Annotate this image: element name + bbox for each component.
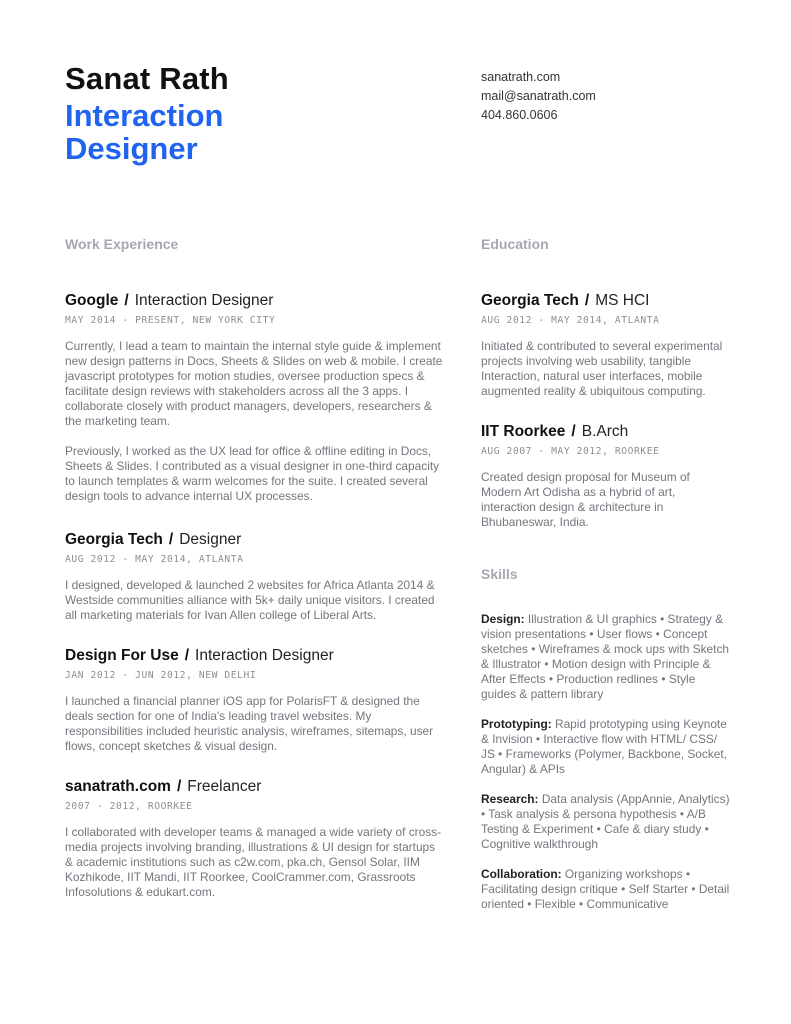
section-title-education: Education [481,236,549,252]
entry-meta: JAN 2012 - JUN 2012, NEW DELHI [65,670,257,681]
contact-info: sanatrath.com mail@sanatrath.com 404.860… [481,68,596,125]
phone-number: 404.860.0606 [481,108,558,122]
entry-position: Interaction Designer [134,292,274,309]
skill-label: Collaboration: [481,867,562,881]
skill-label: Design: [481,612,525,626]
entry-paragraph: I launched a financial planner iOS app f… [65,694,434,753]
entry-position: Designer [179,531,242,548]
entry-separator: / [176,778,182,795]
entry-org: IIT Roorkee [481,423,566,440]
skill-group-design: Design: Illustration & UI graphics • Str… [481,612,731,702]
work-entry-freelancer: sanatrath.com / Freelancer 2007 - 2012, RO… [65,777,445,900]
entry-title: IIT Roorkee / B.Arch [481,422,731,442]
entry-separator: / [571,423,576,440]
entry-org: Georgia Tech [65,531,163,548]
entry-org: Google [65,292,119,309]
entry-position: B.Arch [581,423,629,440]
entry-title: Georgia Tech / Designer [65,530,445,550]
entry-description: Initiated & contributed to several exper… [481,339,731,399]
entry-meta: AUG 2007 - MAY 2012, ROORKEE [481,446,660,457]
entry-paragraph: Previously, I worked as the UX lead for … [65,444,440,503]
entry-separator: / [124,292,129,309]
entry-meta: MAY 2014 - PRESENT, NEW YORK CITY [65,315,276,326]
entry-title: Design For Use / Interaction Designer [65,646,445,666]
website-link[interactable]: sanatrath.com [481,68,596,87]
work-entry-georgia-tech: Georgia Tech / Designer AUG 2012 - MAY 201… [65,530,445,623]
entry-position: MS HCI [595,292,650,309]
entry-paragraph: I collaborated with developer teams & ma… [65,825,442,899]
applicant-name: Sanat Rath [65,61,229,96]
education-entry-iit-roorkee: IIT Roorkee / B.Arch AUG 2007 - MAY 2012, … [481,422,731,530]
entry-meta: 2007 - 2012, ROORKEE [65,801,193,812]
entry-separator: / [584,292,590,309]
email-link[interactable]: mail@sanatrath.com [481,87,596,106]
entry-separator: / [184,647,190,664]
entry-org: sanatrath.com [65,778,171,795]
section-title-work: Work Experience [65,236,179,252]
entry-description: Currently, I lead a team to maintain the… [65,339,445,504]
entry-separator: / [168,531,174,548]
entry-meta: AUG 2012 - MAY 2014, ATLANTA [481,315,660,326]
entry-description: Created design proposal for Museum of Mo… [481,470,731,530]
work-entry-design-for-use: Design For Use / Interaction Designer JAN … [65,646,445,754]
entry-position: Freelancer [187,778,262,795]
entry-title: sanatrath.com / Freelancer [65,777,445,797]
skill-group-research: Research: Data analysis (AppAnnie, Analy… [481,792,731,852]
entry-paragraph: Currently, I lead a team to maintain the… [65,339,443,428]
education-entry-georgia-tech: Georgia Tech / MS HCI AUG 2012 - MAY 2014,… [481,291,731,399]
skill-group-collaboration: Collaboration: Organizing workshops • Fa… [481,867,731,912]
entry-paragraph: Created design proposal for Museum of Mo… [481,470,690,529]
entry-description: I collaborated with developer teams & ma… [65,825,445,900]
entry-meta: AUG 2012 - MAY 2014, ATLANTA [65,554,244,565]
section-title-skills: Skills [481,566,518,582]
entry-description: I designed, developed & launched 2 websi… [65,578,445,623]
entry-description: I launched a financial planner iOS app f… [65,694,445,754]
entry-position: Interaction Designer [195,647,334,664]
entry-paragraph: Initiated & contributed to several exper… [481,339,723,398]
entry-title: Georgia Tech / MS HCI [481,291,731,311]
entry-title: Google / Interaction Designer [65,291,445,311]
entry-org: Design For Use [65,647,179,664]
skill-label: Prototyping: [481,717,552,731]
applicant-role: Interaction Designer [65,98,224,166]
work-experience-section: Work Experience Google / Interaction Desig… [65,236,445,900]
skill-group-prototyping: Prototyping: Rapid prototyping using Key… [481,717,731,777]
work-entry-google: Google / Interaction Designer MAY 2014 - P… [65,291,445,504]
skill-label: Research: [481,792,539,806]
entry-paragraph: I designed, developed & launched 2 websi… [65,578,435,622]
entry-org: Georgia Tech [481,292,579,309]
skills-section: Skills Design: Illustration & UI graphic… [481,566,731,912]
education-section: Education Georgia Tech / MS HCI AUG 2012 -… [481,236,731,912]
